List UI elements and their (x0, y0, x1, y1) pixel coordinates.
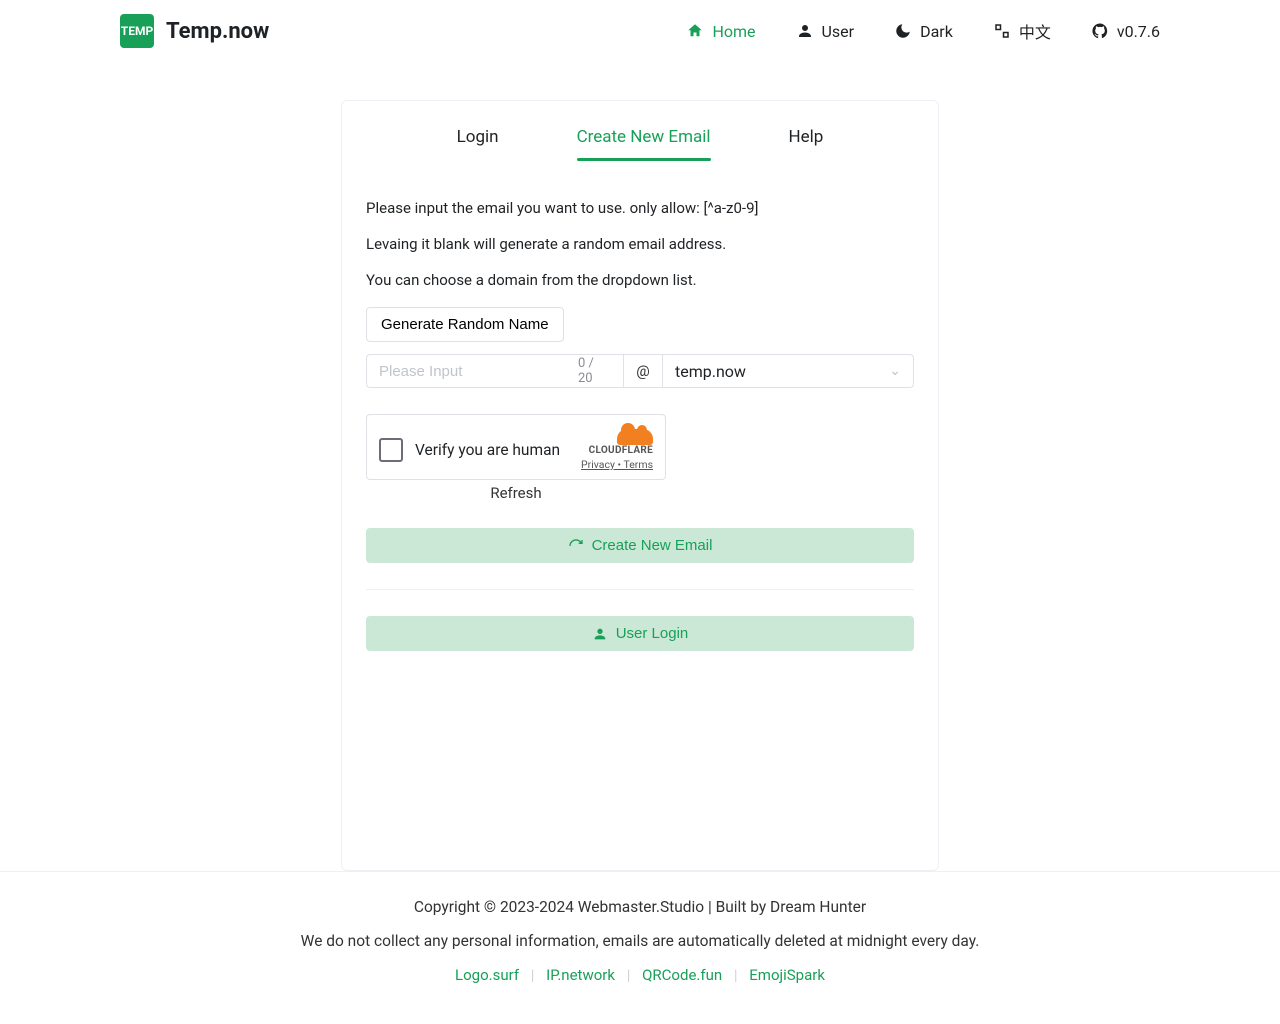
nav-user[interactable]: User (796, 22, 855, 41)
footer-link-logosurf[interactable]: Logo.surf (455, 966, 519, 984)
chevron-down-icon: ⌄ (889, 363, 901, 379)
captcha-label: Verify you are human (415, 441, 560, 459)
captcha-links: Privacy • Terms (581, 458, 653, 471)
main: Login Create New Email Help Please input… (0, 62, 1280, 871)
user-icon (796, 22, 814, 40)
cloudflare-word: CLOUDFLARE (581, 445, 653, 456)
card: Login Create New Email Help Please input… (341, 100, 939, 871)
tab-help[interactable]: Help (789, 121, 824, 161)
footer-copyright: Copyright © 2023-2024 Webmaster.Studio |… (0, 898, 1280, 916)
user-icon (592, 626, 608, 642)
create-email-label: Create New Email (592, 537, 713, 554)
nav-home-label: Home (712, 22, 755, 41)
nav-user-label: User (822, 22, 855, 41)
nav-lang-label: 中文 (1019, 19, 1051, 43)
at-separator: @ (624, 354, 662, 388)
generate-random-button[interactable]: Generate Random Name (366, 307, 564, 342)
instruction-1: Please input the email you want to use. … (366, 199, 914, 217)
nav-bar: Home User Dark 中文 v0.7.6 (686, 19, 1160, 43)
cloudflare-cloud-icon (617, 429, 653, 445)
tab-content: Please input the email you want to use. … (366, 161, 914, 651)
captcha-privacy-link[interactable]: Privacy (581, 458, 615, 471)
email-name-wrap: 0 / 20 (366, 354, 624, 388)
domain-value: temp.now (675, 362, 746, 381)
captcha-terms-link[interactable]: Terms (623, 458, 653, 471)
user-login-button[interactable]: User Login (366, 616, 914, 651)
email-input-row: 0 / 20 @ temp.now ⌄ (366, 354, 914, 388)
captcha-checkbox[interactable] (379, 438, 403, 462)
footer-links: Logo.surf | IP.network | QRCode.fun | Em… (0, 966, 1280, 984)
home-icon (686, 22, 704, 40)
nav-dark-label: Dark (920, 22, 953, 41)
char-counter: 0 / 20 (578, 356, 611, 386)
tabs: Login Create New Email Help (366, 121, 914, 161)
tab-create[interactable]: Create New Email (577, 121, 711, 161)
footer-link-qrcodefun[interactable]: QRCode.fun (642, 966, 722, 984)
footer-link-emojispark[interactable]: EmojiSpark (749, 966, 825, 984)
refresh-icon (568, 538, 584, 554)
footer-link-ipnetwork[interactable]: IP.network (546, 966, 615, 984)
brand-logo: TEMP (120, 14, 154, 48)
nav-dark[interactable]: Dark (894, 22, 953, 41)
cloudflare-logo (581, 429, 653, 445)
instruction-2: Levaing it blank will generate a random … (366, 235, 914, 253)
github-icon (1091, 22, 1109, 40)
footer: Copyright © 2023-2024 Webmaster.Studio |… (0, 871, 1280, 1024)
nav-lang[interactable]: 中文 (993, 19, 1051, 43)
divider (366, 589, 914, 590)
translate-icon (993, 22, 1011, 40)
tab-login[interactable]: Login (457, 121, 499, 161)
captcha-refresh[interactable]: Refresh (366, 484, 666, 502)
captcha-widget: Verify you are human CLOUDFLARE Privacy … (366, 414, 666, 480)
moon-icon (894, 22, 912, 40)
create-email-button[interactable]: Create New Email (366, 528, 914, 563)
email-name-input[interactable] (379, 363, 578, 380)
nav-version-label: v0.7.6 (1117, 22, 1160, 41)
brand-name: Temp.now (166, 19, 269, 44)
footer-disclaimer: We do not collect any personal informati… (0, 932, 1280, 950)
nav-home[interactable]: Home (686, 22, 755, 41)
nav-version[interactable]: v0.7.6 (1091, 22, 1160, 41)
user-login-label: User Login (616, 625, 689, 642)
header: TEMP Temp.now Home User Dark 中文 (0, 0, 1280, 62)
domain-select[interactable]: temp.now ⌄ (662, 354, 914, 388)
instruction-3: You can choose a domain from the dropdow… (366, 271, 914, 289)
